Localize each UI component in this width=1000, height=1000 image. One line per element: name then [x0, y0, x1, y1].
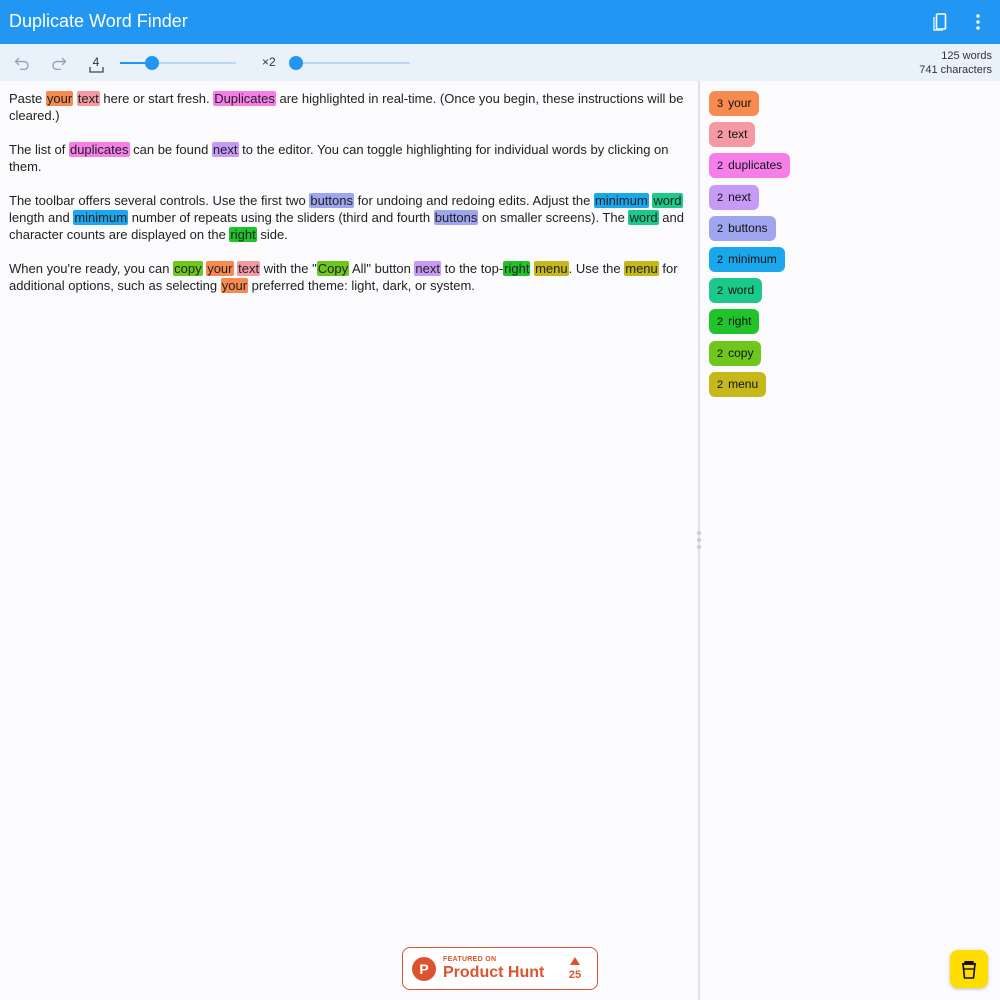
more-menu-button[interactable]: [967, 11, 989, 33]
duplicate-word: copy: [728, 345, 754, 360]
product-hunt-featured-label: FEATURED ON: [443, 956, 497, 963]
duplicate-count: 2: [717, 160, 724, 173]
highlight-copy[interactable]: Copy: [316, 261, 350, 276]
duplicate-chip-text[interactable]: 2 text: [709, 122, 756, 148]
duplicate-count: 2: [717, 378, 724, 391]
duplicate-count: 2: [717, 285, 724, 298]
highlight-your[interactable]: your: [220, 278, 249, 293]
product-hunt-votes: 25: [568, 969, 582, 981]
highlight-right[interactable]: right: [503, 261, 531, 276]
duplicate-word: your: [728, 96, 752, 110]
min-repeats-slider[interactable]: [289, 56, 410, 70]
highlight-word[interactable]: word: [628, 210, 659, 225]
duplicate-word: menu: [728, 376, 759, 391]
duplicate-chip-word[interactable]: 2 word: [709, 278, 763, 304]
buy-me-a-coffee-button[interactable]: [950, 950, 988, 988]
min-length-slider-thumb[interactable]: [145, 56, 160, 70]
highlight-minimum[interactable]: minimum: [593, 193, 649, 208]
app-title: Duplicate Word Finder: [9, 11, 188, 31]
highlight-text[interactable]: text: [76, 91, 100, 106]
duplicate-chip-duplicates[interactable]: 2 duplicates: [709, 153, 791, 179]
duplicate-word: duplicates: [728, 158, 783, 173]
duplicate-count: 2: [717, 254, 724, 266]
duplicate-chip-copy[interactable]: 2 copy: [709, 340, 762, 366]
highlight-duplicates[interactable]: duplicates: [68, 142, 130, 157]
duplicate-count: 3: [717, 98, 724, 110]
highlight-menu[interactable]: menu: [624, 261, 659, 276]
duplicate-chip-minimum[interactable]: 2 minimum: [709, 247, 785, 272]
duplicates-list: 3 your 2 text 2 duplicates 2 next 2 buttons 2 minim…: [700, 81, 1000, 1000]
duplicate-chip-next[interactable]: 2 next: [709, 184, 759, 210]
redo-icon: [52, 57, 67, 70]
duplicate-word: buttons: [728, 220, 768, 235]
product-hunt-badge[interactable]: P FEATURED ON Product Hunt 25: [402, 947, 598, 990]
duplicate-count: 2: [717, 316, 724, 329]
duplicate-word: next: [728, 189, 751, 204]
undo-button[interactable]: [12, 53, 32, 73]
copy-all-icon: [933, 13, 947, 31]
product-hunt-name: Product Hunt: [443, 964, 545, 981]
highlight-buttons[interactable]: buttons: [433, 210, 479, 225]
toolbar: 4 ×2 125 words 741 characters: [0, 44, 1000, 81]
highlight-right[interactable]: right: [229, 227, 257, 242]
editor-paragraph: The list of duplicates can be found next…: [9, 142, 669, 174]
editor-paragraph: The toolbar offers several controls. Use…: [9, 193, 684, 242]
duplicate-count: 2: [717, 222, 724, 235]
text-stats: 125 words 741 characters: [919, 49, 992, 77]
editor-paragraph: When you're ready, you can copy your tex…: [9, 261, 678, 293]
highlight-duplicates[interactable]: Duplicates: [213, 91, 276, 106]
duplicate-word: word: [728, 283, 755, 298]
duplicate-word: right: [728, 314, 752, 329]
highlight-next[interactable]: next: [211, 142, 239, 157]
duplicate-chip-right[interactable]: 2 right: [709, 309, 760, 335]
word-length-icon: [89, 67, 104, 73]
duplicate-chip-your[interactable]: 3 your: [709, 91, 760, 116]
more-vert-icon: [976, 14, 980, 30]
undo-icon: [14, 57, 29, 70]
editor-paragraph: Paste your text here or start fresh. Dup…: [9, 91, 684, 123]
product-hunt-logo: P: [412, 957, 436, 981]
highlight-your[interactable]: your: [206, 261, 234, 276]
word-count: 125 words: [941, 50, 992, 62]
duplicate-word: text: [728, 127, 748, 142]
character-count: 741 characters: [919, 64, 992, 76]
app-bar: Duplicate Word Finder: [0, 0, 1000, 44]
min-repeats-value: ×2: [262, 55, 276, 69]
duplicate-count: 2: [717, 129, 724, 142]
highlight-minimum[interactable]: minimum: [73, 210, 129, 225]
duplicate-word: minimum: [728, 252, 777, 266]
highlight-your[interactable]: your: [45, 91, 74, 106]
duplicate-count: 2: [717, 191, 724, 204]
duplicate-chip-menu[interactable]: 2 menu: [709, 371, 767, 397]
duplicate-count: 2: [717, 347, 724, 360]
text-editor[interactable]: Paste your text here or start fresh. Dup…: [0, 81, 698, 1000]
duplicate-chip-buttons[interactable]: 2 buttons: [709, 215, 776, 241]
coffee-cup-icon: [962, 961, 976, 979]
highlight-buttons[interactable]: buttons: [309, 193, 354, 208]
min-length-slider[interactable]: [120, 56, 236, 70]
highlight-copy[interactable]: copy: [173, 261, 203, 276]
highlight-word[interactable]: word: [652, 193, 683, 208]
highlight-menu[interactable]: menu: [534, 261, 569, 276]
highlight-next[interactable]: next: [414, 261, 441, 276]
highlight-text[interactable]: text: [237, 261, 261, 276]
upvote-arrow-icon: [570, 957, 580, 965]
copy-all-button[interactable]: [930, 11, 952, 33]
min-repeats-slider-thumb[interactable]: [289, 56, 303, 70]
redo-button[interactable]: [49, 53, 69, 73]
